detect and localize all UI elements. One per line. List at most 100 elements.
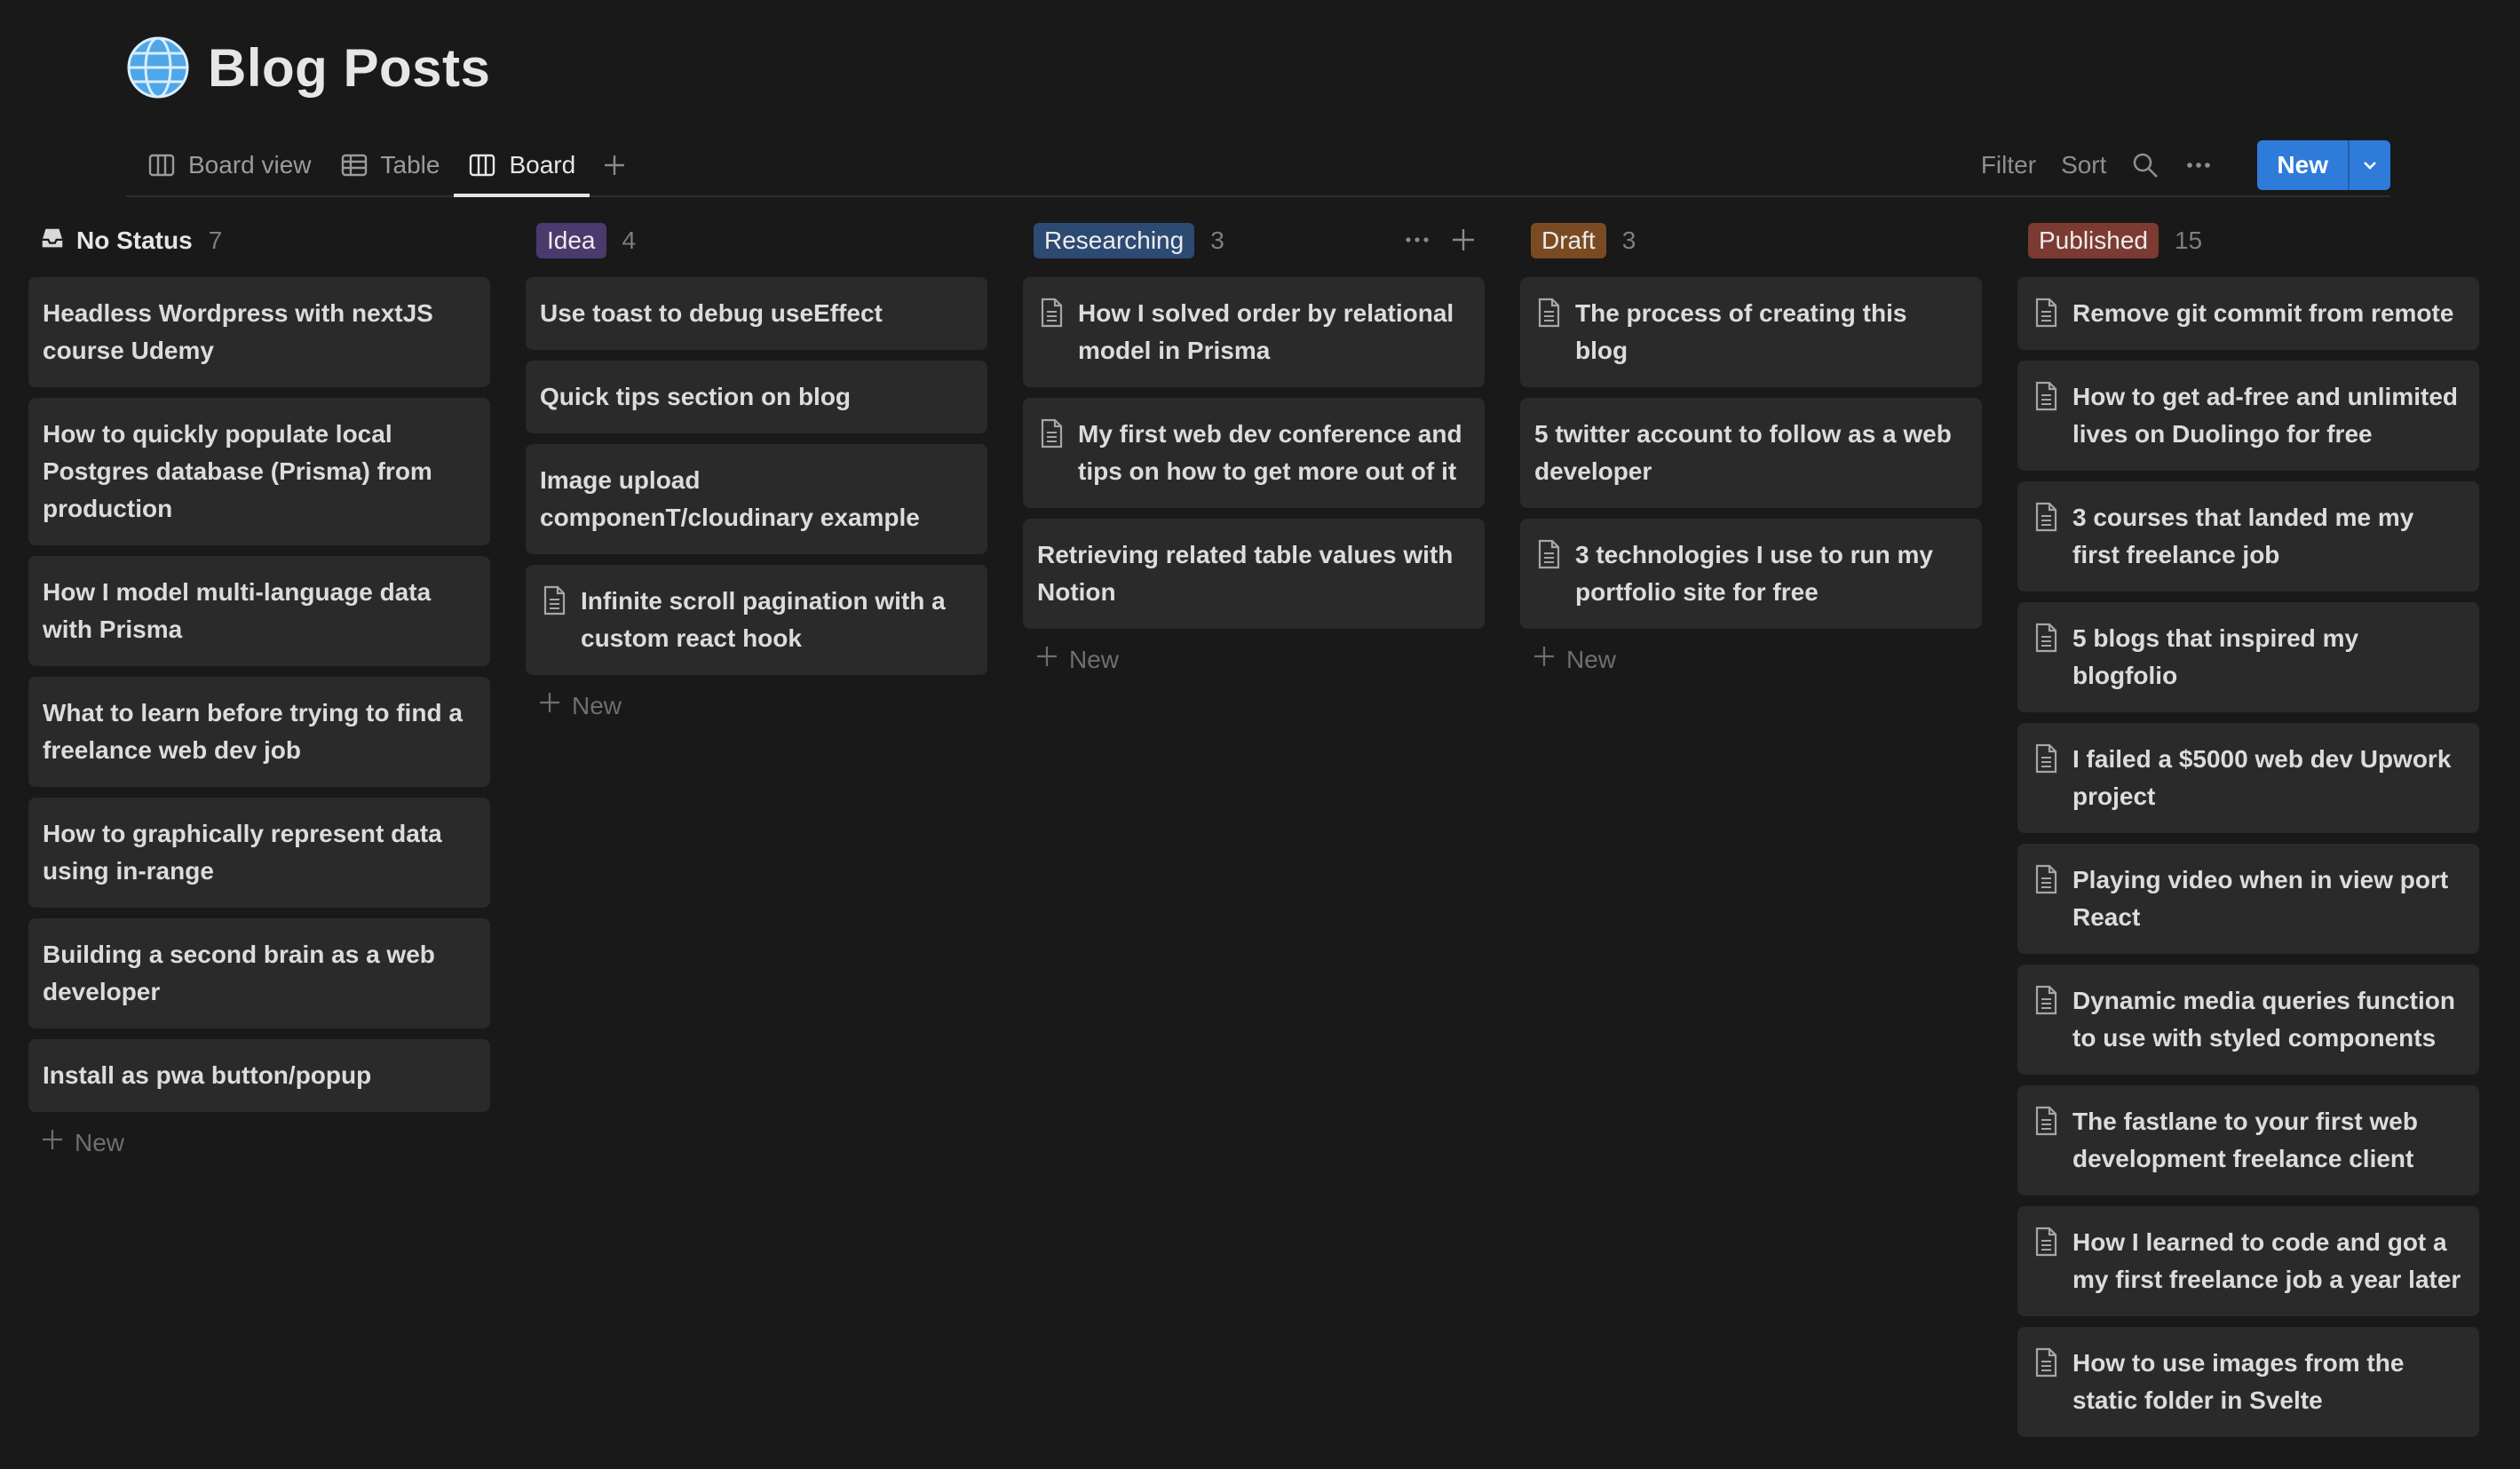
card-title: Playing video when in view port React (2072, 866, 2449, 931)
new-card-label: New (75, 1128, 125, 1156)
tab-board-view[interactable]: Board view (133, 135, 326, 195)
board-card[interactable]: Use toast to debug useEffect (526, 277, 987, 350)
new-card-button[interactable]: New (526, 675, 987, 736)
plus-icon[interactable] (1449, 226, 1478, 258)
card-title: How I solved order by relational model i… (1078, 299, 1454, 364)
document-icon (2032, 984, 2060, 1016)
tab-label: Board (509, 151, 576, 179)
globe-icon[interactable] (126, 36, 190, 99)
new-button[interactable]: New (2257, 140, 2348, 190)
add-view-button[interactable] (590, 135, 639, 195)
view-actions: Filter Sort New (1981, 135, 2390, 195)
board-column: No Status 7 Headless Wordpress with nextJS… (28, 213, 490, 1437)
board-card[interactable]: Dynamic media queries function to use wi… (2017, 965, 2479, 1075)
tab-board[interactable]: Board (454, 135, 590, 197)
card-title: How I model multi-language data with Pri… (43, 578, 432, 643)
column-header[interactable]: No Status 7 (28, 213, 490, 268)
card-title: Building a second brain as a web develop… (43, 941, 435, 1005)
document-icon (2032, 380, 2060, 412)
document-icon (2032, 297, 2060, 329)
board-card[interactable]: The process of creating this blog (1520, 277, 1982, 387)
plus-icon (538, 691, 561, 720)
board-card[interactable]: The fastlane to your first web developme… (2017, 1085, 2479, 1195)
new-card-button[interactable]: New (28, 1112, 490, 1173)
document-icon (2032, 742, 2060, 774)
new-button-group: New (2257, 140, 2390, 190)
column-count: 3 (1210, 226, 1224, 254)
card-title: The process of creating this blog (1575, 299, 1907, 364)
document-icon (2032, 622, 2060, 654)
board-card[interactable]: Image upload componenT/cloudinary exampl… (526, 444, 987, 554)
card-title: How to graphically represent data using … (43, 820, 442, 885)
board-card[interactable]: Remove git commit from remote (2017, 277, 2479, 350)
new-dropdown-button[interactable] (2348, 140, 2390, 190)
board-column: Draft 3 The process of creating this blog 5… (1520, 213, 1982, 1437)
card-title: 3 technologies I use to run my portfolio… (1575, 541, 1933, 606)
page-header: Blog Posts (126, 36, 490, 99)
status-pill: Researching (1034, 223, 1195, 258)
document-icon (1037, 297, 1066, 329)
board-card[interactable]: Infinite scroll pagination with a custom… (526, 565, 987, 675)
new-card-label: New (1566, 645, 1617, 673)
status-pill: Idea (536, 223, 606, 258)
sort-button[interactable]: Sort (2061, 151, 2106, 179)
card-title: Use toast to debug useEffect (540, 299, 883, 327)
board-card[interactable]: 3 courses that landed me my first freela… (2017, 481, 2479, 592)
board-card[interactable]: Install as pwa button/popup (28, 1039, 490, 1112)
search-button[interactable] (2131, 151, 2159, 179)
card-title: I failed a $5000 web dev Upwork project (2072, 745, 2452, 810)
filter-button[interactable]: Filter (1981, 151, 2036, 179)
new-card-label: New (1069, 645, 1120, 673)
plus-icon (1533, 645, 1556, 674)
document-icon (540, 584, 568, 616)
document-icon (2032, 1105, 2060, 1137)
plus-icon (41, 1128, 64, 1157)
board-card[interactable]: How I learned to code and got a my first… (2017, 1206, 2479, 1316)
board-card[interactable]: Retrieving related table values with Not… (1023, 519, 1485, 629)
column-header[interactable]: Researching 3 (1023, 213, 1485, 268)
new-card-button[interactable]: New (1023, 629, 1485, 690)
page-title[interactable]: Blog Posts (208, 37, 490, 99)
board-card[interactable]: How to use images from the static folder… (2017, 1327, 2479, 1437)
tab-table[interactable]: Table (326, 135, 455, 195)
board-card[interactable]: Quick tips section on blog (526, 361, 987, 433)
document-icon (1037, 417, 1066, 449)
card-list: How I solved order by relational model i… (1023, 277, 1485, 629)
card-title: The fastlane to your first web developme… (2072, 1108, 2418, 1172)
board-card[interactable]: Playing video when in view port React (2017, 844, 2479, 954)
status-pill: Draft (1531, 223, 1606, 258)
column-header[interactable]: Published 15 (2017, 213, 2479, 268)
board-card[interactable]: How I model multi-language data with Pri… (28, 556, 490, 666)
card-title: What to learn before trying to find a fr… (43, 699, 463, 764)
board-card[interactable]: 5 blogs that inspired my blogfolio (2017, 602, 2479, 712)
card-title: How I learned to code and got a my first… (2072, 1228, 2461, 1293)
card-title: Image upload componenT/cloudinary exampl… (540, 466, 920, 531)
document-icon (1534, 538, 1563, 570)
more-icon (2187, 163, 2211, 168)
board-card[interactable]: How to get ad-free and unlimited lives o… (2017, 361, 2479, 471)
column-name: Published (2039, 226, 2148, 254)
board-card[interactable]: Headless Wordpress with nextJS course Ud… (28, 277, 490, 387)
column-header[interactable]: Draft 3 (1520, 213, 1982, 268)
column-tools (1403, 226, 1478, 258)
column-count: 15 (2174, 226, 2203, 254)
board-card[interactable]: My first web dev conference and tips on … (1023, 398, 1485, 508)
board-card[interactable]: How I solved order by relational model i… (1023, 277, 1485, 387)
board-card[interactable]: What to learn before trying to find a fr… (28, 677, 490, 787)
status-pill: Published (2028, 223, 2159, 258)
board-card[interactable]: I failed a $5000 web dev Upwork project (2017, 723, 2479, 833)
board-card[interactable]: Building a second brain as a web develop… (28, 918, 490, 1028)
more-options-button[interactable] (2184, 151, 2213, 179)
board-card[interactable]: 5 twitter account to follow as a web dev… (1520, 398, 1982, 508)
board-card[interactable]: How to graphically represent data using … (28, 798, 490, 908)
new-card-button[interactable]: New (1520, 629, 1982, 690)
column-count: 3 (1621, 226, 1636, 254)
more-icon[interactable] (1403, 226, 1431, 258)
column-header[interactable]: Idea 4 (526, 213, 987, 268)
view-tabs: Board view Table Board (133, 135, 639, 197)
board-column: Researching 3 How I solved order by relati… (1023, 213, 1485, 1437)
board-card[interactable]: 3 technologies I use to run my portfolio… (1520, 519, 1982, 629)
view-bar: Board view Table Board Filter Sort New (126, 135, 2390, 197)
board-icon (470, 154, 495, 177)
board-card[interactable]: How to quickly populate local Postgres d… (28, 398, 490, 545)
